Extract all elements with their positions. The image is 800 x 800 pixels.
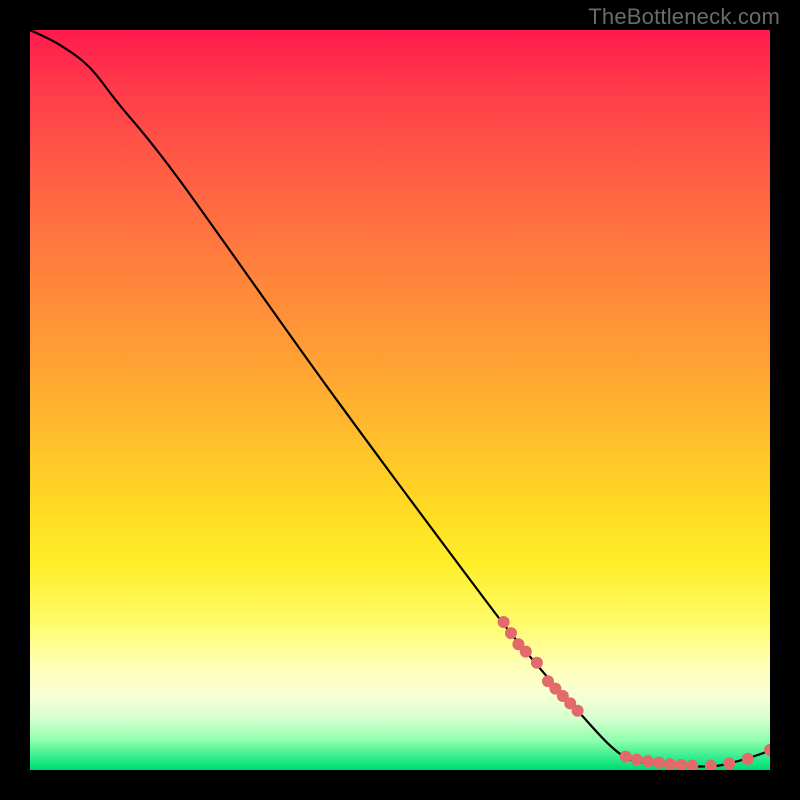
- gpu-marker: [723, 757, 735, 769]
- gpu-marker: [705, 760, 717, 770]
- chart-plot-area: [30, 30, 770, 770]
- gpu-markers-group: [498, 616, 770, 770]
- gpu-marker: [620, 751, 632, 763]
- gpu-marker: [498, 616, 510, 628]
- gpu-marker: [631, 754, 643, 766]
- bottleneck-curve-path: [30, 30, 770, 766]
- watermark-text: TheBottleneck.com: [588, 4, 780, 30]
- gpu-marker: [505, 627, 517, 639]
- gpu-marker: [742, 753, 754, 765]
- gpu-marker: [642, 755, 654, 767]
- gpu-marker: [675, 759, 687, 770]
- gpu-marker: [764, 744, 770, 756]
- gpu-marker: [572, 705, 584, 717]
- gpu-marker: [520, 646, 532, 658]
- chart-svg: [30, 30, 770, 770]
- gpu-marker: [531, 657, 543, 669]
- gpu-marker: [664, 758, 676, 770]
- chart-stage: TheBottleneck.com: [0, 0, 800, 800]
- gpu-marker: [686, 760, 698, 770]
- gpu-marker: [653, 757, 665, 769]
